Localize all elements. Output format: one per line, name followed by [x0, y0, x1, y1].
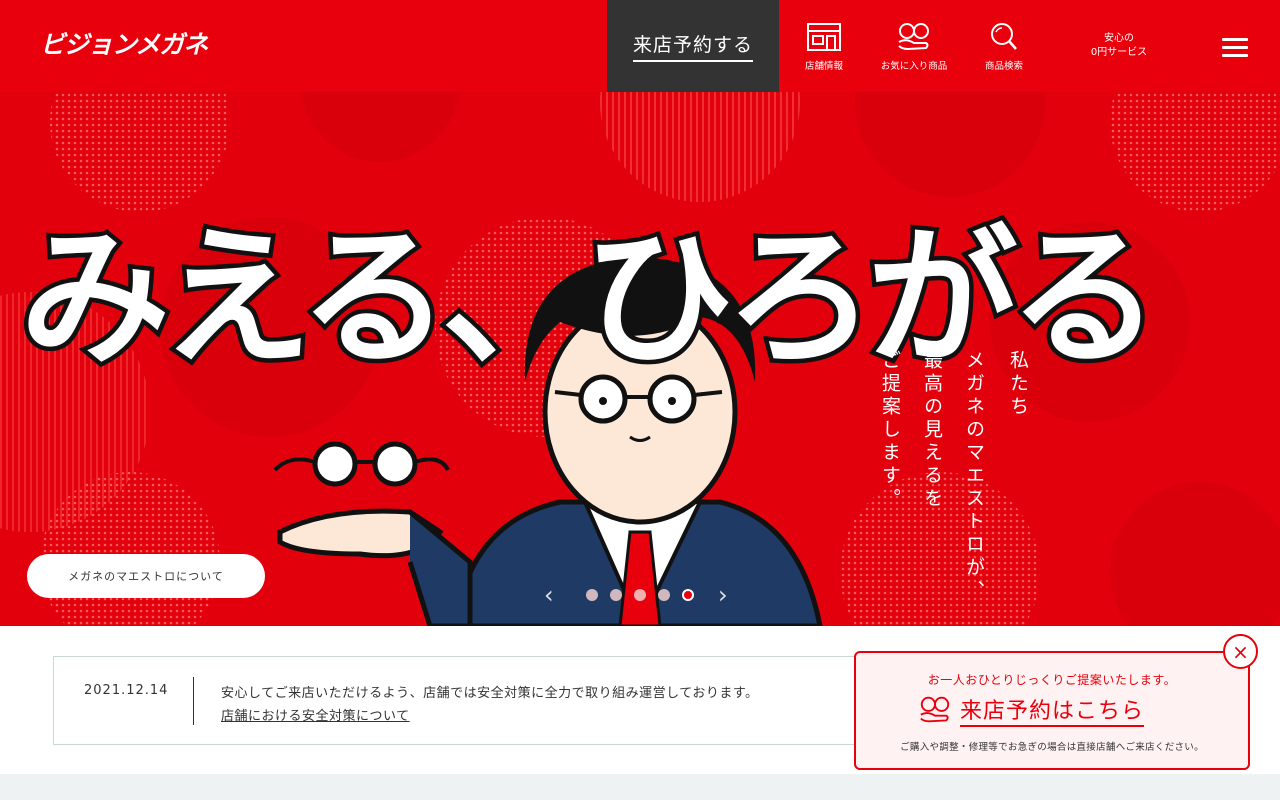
store-icon: [807, 23, 841, 51]
safety-measures-link[interactable]: 店舗における安全対策について: [221, 705, 410, 724]
menu-button[interactable]: [1222, 38, 1248, 58]
nav-store-info-label: 店舗情報: [804, 61, 843, 72]
about-maestro-label: メガネのマエストロについて: [68, 570, 224, 583]
search-icon: [991, 23, 1017, 50]
slide-dot-3[interactable]: [634, 589, 646, 601]
hero-vertical-line-3: 最高の見えるを: [921, 350, 943, 511]
reserve-visit-label: 来店予約する: [632, 30, 753, 62]
page-footer-band: [0, 774, 1280, 800]
reserve-visit-button[interactable]: 来店予約する: [607, 0, 779, 92]
slide-dot-1[interactable]: [586, 589, 598, 601]
hero-vertical-line-4: ご提案します。: [879, 350, 901, 511]
nav-product-search-label: 商品検索: [984, 61, 1023, 72]
notice-message: 安心してご来店いただけるよう、店舗では安全対策に全力で取り組み運営しております。: [221, 686, 759, 701]
news-notice: 2021.12.14 安心してご来店いただけるよう、店舗では安全対策に全力で取り…: [53, 656, 903, 745]
heart-hand-icon: [920, 696, 950, 723]
zero-service-line2: 0円サービス: [1090, 47, 1148, 58]
nav-favorites-label: お気に入り商品: [880, 61, 948, 72]
heart-hand-icon: [898, 23, 929, 51]
next-slide-icon[interactable]: ›: [718, 580, 728, 610]
nav-product-search[interactable]: 商品検索: [959, 0, 1049, 92]
notice-date: 2021.12.14: [84, 683, 169, 698]
nav-favorites[interactable]: お気に入り商品: [869, 0, 959, 92]
popup-top-text: お一人おひとりじっくりご提案いたします。: [927, 673, 1177, 687]
slider-controls: ‹ ›: [540, 580, 740, 610]
popup-main-text: 来店予約はこちら: [960, 693, 1145, 727]
slide-dot-2[interactable]: [610, 589, 622, 601]
prev-slide-icon[interactable]: ‹: [544, 580, 554, 610]
site-header: ビジョンメガネ 来店予約する 店舗情報 お気に入り商品 商品検索 安心の 0円サ…: [0, 0, 1280, 92]
nav-store-info[interactable]: 店舗情報: [779, 0, 869, 92]
hero-illustration: みえる、ひろがる: [0, 92, 1280, 626]
popup-footer-text: ご購入や調整・修理等でお急ぎの場合は直接店舗へご来店ください。: [900, 742, 1204, 753]
hero-vertical-line-2: メガネのマエストロが、: [963, 350, 985, 603]
hero-vertical-line-1: 私たち: [1007, 350, 1029, 419]
slide-dot-5[interactable]: [682, 589, 694, 601]
zero-service-line1: 安心の: [1104, 33, 1134, 44]
slide-dot-4[interactable]: [658, 589, 670, 601]
reservation-popup[interactable]: お一人おひとりじっくりご提案いたします。 来店予約はこちら ご購入や調整・修理等…: [854, 651, 1250, 770]
zero-yen-service-link[interactable]: 安心の 0円サービス: [1048, 0, 1190, 92]
about-maestro-button[interactable]: メガネのマエストロについて: [27, 554, 265, 598]
popup-reserve-link[interactable]: 来店予約はこちら: [918, 693, 1145, 727]
hero-slider: みえる、ひろがる 私たち メガネのマエストロが、 最高の見えるを ご提案します。…: [0, 92, 1280, 626]
notice-divider: [193, 677, 194, 725]
popup-close-icon[interactable]: ×: [1223, 634, 1258, 669]
site-logo[interactable]: ビジョンメガネ: [40, 30, 208, 60]
